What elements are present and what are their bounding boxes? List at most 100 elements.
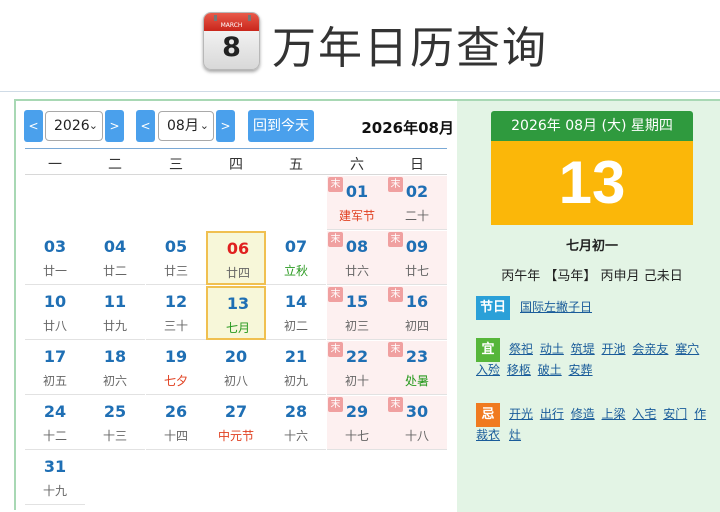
day-cell-11[interactable]: 11 廿九: [85, 286, 145, 340]
activity-link[interactable]: 修造: [571, 407, 595, 421]
lunar-label: 廿六: [344, 264, 369, 278]
lunar-date: 七月初一: [565, 239, 618, 254]
day-cell-29[interactable]: 末 29 十七: [327, 396, 387, 450]
activity-link[interactable]: 开池: [602, 342, 626, 356]
day-cell-10[interactable]: 10 廿八: [25, 286, 85, 340]
festival-tag: 节日: [476, 296, 510, 320]
lunar-label: 中元节: [217, 429, 254, 443]
lunar-label: 初四: [404, 319, 429, 333]
day-cell-09[interactable]: 末 09 廿七: [387, 231, 447, 285]
lunar-label: 处暑: [404, 374, 429, 388]
lunar-label: 十四: [163, 429, 188, 443]
festival-list: 国际左撇子日: [520, 297, 720, 318]
day-cell-06[interactable]: 06 廿四: [206, 231, 266, 285]
day-cell-28[interactable]: 28 十六: [266, 396, 326, 450]
day-number: 27: [224, 402, 248, 421]
festival-link[interactable]: 国际左撇子日: [520, 300, 592, 314]
lunar-label: 十九: [42, 484, 67, 498]
prev-month-button[interactable]: <: [136, 110, 155, 142]
lunar-label: 初九: [283, 374, 308, 388]
activity-link[interactable]: 破土: [538, 363, 562, 377]
page-header: MARCH 8 万年日历查询: [0, 0, 720, 92]
day-cell-30[interactable]: 末 30 十八: [387, 396, 447, 450]
day-cell-24[interactable]: 24 十二: [25, 396, 85, 450]
activity-link[interactable]: 裁衣: [476, 428, 500, 442]
weekday-wed: 三: [169, 157, 183, 173]
bad-tag: 忌: [476, 403, 500, 427]
selected-date-header: 2026年 08月 (大) 星期四: [491, 111, 693, 141]
lunar-label: 廿二: [102, 264, 127, 278]
activity-link[interactable]: 安门: [663, 407, 687, 421]
month-select[interactable]: 08月 ⌄: [158, 111, 214, 141]
day-number: 06: [226, 239, 250, 258]
calendar-toolbar: < 2026 ⌄ > < 08月 ⌄ > 回到今天 2026年08月: [24, 109, 454, 142]
lunar-label: 七夕: [163, 374, 188, 388]
day-cell-23[interactable]: 末 23 处暑: [387, 341, 447, 395]
next-month-button[interactable]: >: [216, 110, 235, 142]
activity-link[interactable]: 祭祀: [509, 342, 533, 356]
lunar-label: 十七: [344, 429, 369, 443]
day-number: 22: [345, 347, 369, 366]
day-cell-14[interactable]: 14 初二: [266, 286, 326, 340]
day-cell-05[interactable]: 05 廿三: [146, 231, 206, 285]
bad-activities-continued: 裁衣: [476, 425, 716, 446]
chevron-down-icon: ⌄: [199, 119, 209, 132]
day-cell-03[interactable]: 03 廿一: [25, 231, 85, 285]
day-cell-31[interactable]: 31 十九: [25, 451, 85, 505]
back-to-today-button[interactable]: 回到今天: [248, 110, 314, 142]
calendar-icon-day: 8: [222, 32, 241, 63]
lunar-label: 十二: [42, 429, 67, 443]
day-number: 03: [43, 237, 67, 256]
day-number: 10: [43, 292, 67, 311]
lunar-label: 三十: [163, 319, 188, 333]
activity-link[interactable]: 上梁: [602, 407, 626, 421]
day-cell-16[interactable]: 末 16 初四: [387, 286, 447, 340]
day-number: 05: [164, 237, 188, 256]
day-cell-04[interactable]: 04 廿二: [85, 231, 145, 285]
activity-link[interactable]: 移柩: [507, 363, 531, 377]
activity-link[interactable]: 会亲友: [632, 342, 668, 356]
day-cell-12[interactable]: 12 三十: [146, 286, 206, 340]
day-cell-07[interactable]: 07 立秋: [266, 231, 326, 285]
day-cell-26[interactable]: 26 十四: [146, 396, 206, 450]
calendar-rings: [214, 15, 251, 21]
activity-link[interactable]: 动土: [540, 342, 564, 356]
day-cell-15[interactable]: 末 15 初三: [327, 286, 387, 340]
next-year-button[interactable]: >: [105, 110, 124, 142]
day-cell-02[interactable]: 末 02 二十: [387, 176, 447, 230]
day-cell-25[interactable]: 25 十三: [85, 396, 145, 450]
day-number: 12: [164, 292, 188, 311]
day-cell-20[interactable]: 20 初八: [206, 341, 266, 395]
day-cell-13[interactable]: 13 七月: [206, 286, 266, 340]
day-number: 29: [345, 402, 369, 421]
day-cell-08[interactable]: 末 08 廿六: [327, 231, 387, 285]
weekday-mon: 一: [48, 157, 62, 173]
day-cell-21[interactable]: 21 初九: [266, 341, 326, 395]
prev-year-button[interactable]: <: [24, 110, 43, 142]
activity-link[interactable]: 入殓: [476, 363, 500, 377]
weekday-sun: 日: [410, 157, 424, 173]
lunar-label: 十六: [283, 429, 308, 443]
activity-link[interactable]: 开光: [509, 407, 533, 421]
day-cell-18[interactable]: 18 初六: [85, 341, 145, 395]
activity-link[interactable]: 塞穴: [675, 342, 699, 356]
day-cell-27[interactable]: 27 中元节: [206, 396, 266, 450]
day-cell-01[interactable]: 末 01 建军节: [327, 176, 387, 230]
day-cell-17[interactable]: 17 初五: [25, 341, 85, 395]
lunar-label: 二十: [404, 209, 429, 223]
activity-link[interactable]: 安葬: [569, 363, 593, 377]
day-number: 02: [405, 182, 429, 201]
activity-link[interactable]: 筑堤: [571, 342, 595, 356]
activity-link[interactable]: 入宅: [632, 407, 656, 421]
activity-link[interactable]: 出行: [540, 407, 564, 421]
day-number: 13: [226, 294, 250, 313]
weekday-fri: 五: [289, 157, 303, 173]
month-view: < 2026 ⌄ > < 08月 ⌄ > 回到今天 2026年08月 一 二 三…: [16, 101, 457, 512]
lunar-label: 建军节: [338, 209, 375, 223]
day-number: 20: [224, 347, 248, 366]
day-cell-22[interactable]: 末 22 初十: [327, 341, 387, 395]
day-number: 26: [164, 402, 188, 421]
day-number: 21: [284, 347, 308, 366]
year-select[interactable]: 2026 ⌄: [45, 111, 103, 141]
day-cell-19[interactable]: 19 七夕: [146, 341, 206, 395]
